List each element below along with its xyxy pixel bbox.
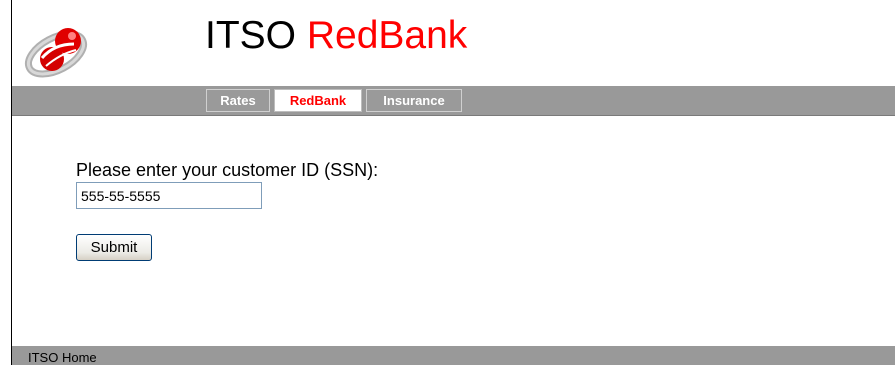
itso-home-link[interactable]: ITSO Home bbox=[28, 350, 97, 365]
tab-redbank[interactable]: RedBank bbox=[274, 89, 362, 112]
brand-highlight: RedBank bbox=[306, 14, 468, 57]
footer-bar: ITSO Home bbox=[12, 346, 895, 365]
ssn-input[interactable] bbox=[76, 182, 262, 209]
brand-title: ITSO RedBank bbox=[205, 14, 467, 58]
tab-rates[interactable]: Rates bbox=[206, 89, 270, 112]
itso-logo-icon bbox=[20, 14, 96, 78]
tab-insurance[interactable]: Insurance bbox=[366, 89, 462, 112]
page-header: ITSO RedBank bbox=[12, 0, 895, 86]
main-content: Please enter your customer ID (SSN): Sub… bbox=[12, 116, 895, 346]
brand-prefix: ITSO bbox=[205, 14, 297, 57]
submit-button[interactable]: Submit bbox=[76, 234, 152, 261]
page-frame: ITSO RedBank Rates RedBank Insurance Ple… bbox=[11, 0, 895, 365]
ssn-prompt-label: Please enter your customer ID (SSN): bbox=[76, 160, 379, 180]
nav-bar: Rates RedBank Insurance bbox=[12, 86, 895, 116]
